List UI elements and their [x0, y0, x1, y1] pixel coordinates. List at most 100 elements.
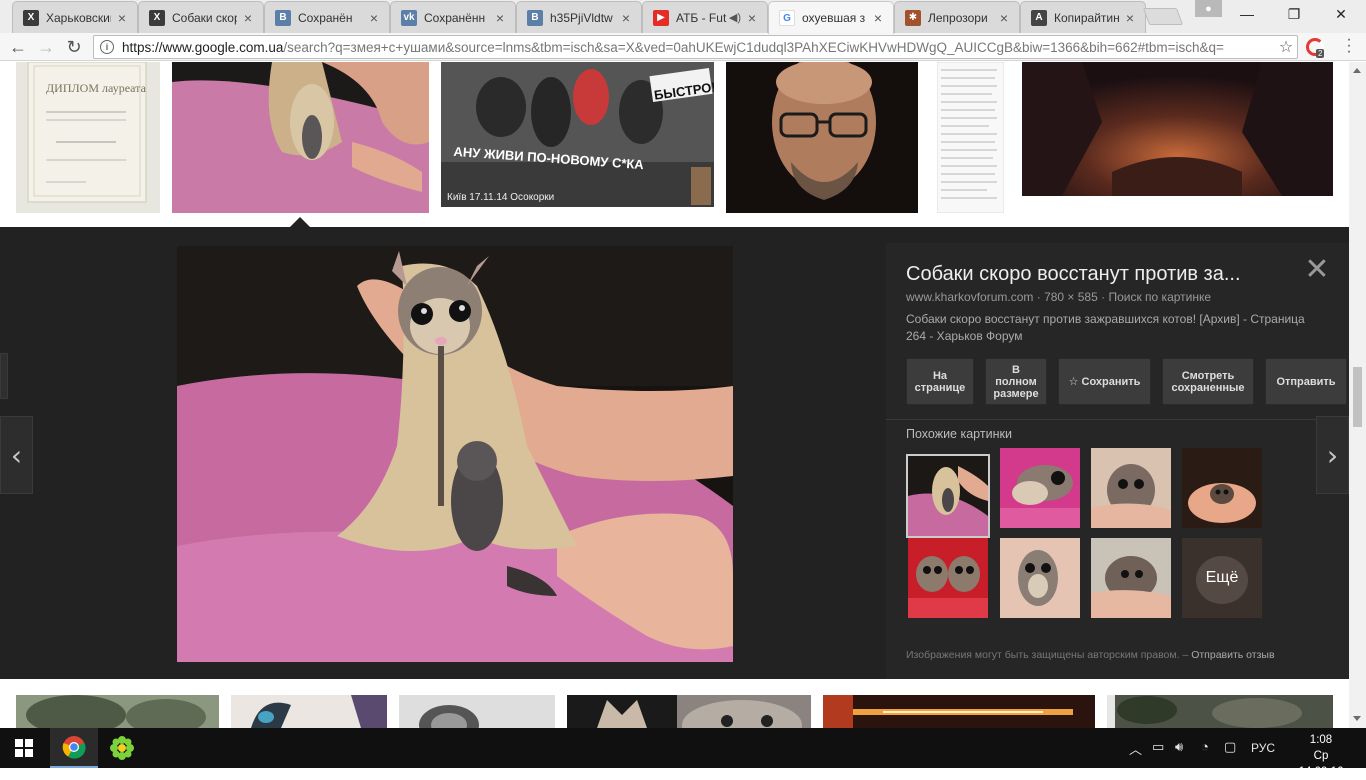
tab-title: охуевшая з [802, 11, 866, 25]
forward-icon[interactable]: → [34, 35, 58, 59]
minimize-button[interactable]: — [1224, 0, 1270, 28]
bottom-thumb-4[interactable] [567, 695, 811, 728]
share-button[interactable]: Отправить [1265, 358, 1347, 405]
wifi-icon[interactable]: ◔ [1201, 739, 1209, 754]
scroll-up-icon[interactable] [1353, 68, 1361, 73]
tab-5[interactable]: B h35PjiVldtw × [516, 1, 642, 33]
left-edge-tab[interactable] [0, 353, 8, 399]
copy-separator: – [1182, 649, 1192, 661]
close-tab-icon[interactable]: × [241, 10, 255, 26]
visit-page-button[interactable]: На странице [906, 358, 974, 405]
volume-icon[interactable]: 🔊︎ [1175, 739, 1183, 755]
preview-description: Собаки скоро восстанут против зажравшихс… [906, 312, 1305, 343]
protest-image: БЫСТРО! АНУ ЖИВИ ПО-НОВОМУ С*КА Київ 17.… [441, 62, 714, 207]
fantasy-landscape-thumb[interactable] [1022, 62, 1333, 196]
close-tab-icon[interactable]: × [619, 10, 633, 26]
address-bar[interactable]: i https://www.google.com.ua/search?q=зме… [93, 35, 1298, 59]
view-saved-button[interactable]: Смотреть сохраненные [1162, 358, 1254, 405]
vk-icon: vk [401, 9, 417, 26]
preview-site[interactable]: www.kharkovforum.com [906, 290, 1033, 304]
close-window-button[interactable]: ✕ [1318, 0, 1364, 28]
menu-icon[interactable]: · · · [1340, 32, 1358, 60]
garden-image [1107, 695, 1333, 728]
close-tab-icon[interactable]: × [493, 10, 507, 26]
chevron-up-icon[interactable]: ︿ [1129, 739, 1142, 758]
info-icon[interactable]: i [100, 40, 114, 54]
send-feedback-link[interactable]: Отправить отзыв [1191, 649, 1274, 661]
tab-1[interactable]: X Харьковский × [12, 1, 138, 33]
language-indicator[interactable]: РУС [1251, 741, 1275, 755]
similar-thumb-image [908, 456, 988, 536]
tab-3[interactable]: B Сохранён × [264, 1, 390, 33]
similar-image-3[interactable] [1091, 448, 1171, 528]
tab-title: Собаки скор [172, 10, 237, 25]
bottom-thumb-5[interactable] [823, 695, 1095, 728]
tab-8[interactable]: ✱ Лепрозори × [894, 1, 1020, 33]
close-tab-icon[interactable]: × [997, 10, 1011, 26]
view-full-size-button[interactable]: В полном размере [985, 358, 1047, 405]
next-image-button[interactable]: › [1316, 416, 1349, 494]
message-icon[interactable]: ▢ [1224, 739, 1236, 755]
reload-icon[interactable]: ↻ [62, 35, 86, 59]
face-image [231, 695, 387, 728]
chrome-taskbar-icon[interactable] [50, 728, 98, 768]
similar-image-1[interactable] [906, 454, 990, 538]
sugar-glider-thumb[interactable] [172, 62, 429, 213]
similar-image-5[interactable] [908, 538, 988, 618]
similar-image-more[interactable]: Ещё [1182, 538, 1262, 618]
close-tab-icon[interactable]: × [745, 10, 759, 26]
gray-object-image [399, 695, 555, 728]
sugar-glider-small-image [172, 62, 429, 213]
maximize-button[interactable]: ❐ [1271, 0, 1317, 28]
document-thumb[interactable] [937, 62, 1004, 213]
preview-image[interactable] [177, 246, 733, 662]
tab-title: Лепрозори [928, 10, 988, 25]
close-tab-icon[interactable]: × [871, 10, 885, 26]
new-tab-button[interactable] [1142, 8, 1184, 25]
tab-2[interactable]: X Собаки скор × [138, 1, 264, 33]
scroll-down-icon[interactable] [1353, 716, 1361, 721]
back-icon[interactable]: ← [6, 35, 30, 59]
tab-title: Сохранённ [424, 10, 486, 25]
battery-icon[interactable]: ▭ [1152, 739, 1164, 755]
similar-image-4[interactable] [1182, 448, 1262, 528]
google-icon: G [779, 10, 795, 26]
portrait-image [726, 62, 918, 213]
scrollbar-thumb[interactable] [1353, 367, 1362, 427]
similar-image-6[interactable] [1000, 538, 1080, 618]
bottom-thumb-3[interactable] [399, 695, 555, 728]
url-text[interactable]: https://www.google.com.ua/search?q=змея+… [122, 40, 1275, 55]
close-preview-icon[interactable]: ✕ [1304, 255, 1330, 285]
icq-taskbar-icon[interactable] [98, 728, 146, 768]
close-tab-icon[interactable]: × [1123, 10, 1137, 26]
protest-thumb[interactable]: БЫСТРО! АНУ ЖИВИ ПО-НОВОМУ С*КА Київ 17.… [441, 62, 714, 207]
leprosorium-icon: ✱ [905, 9, 921, 26]
tab-6[interactable]: ▶ АТБ - Fut ◀) × [642, 1, 768, 33]
clock[interactable]: 1:08 Ср 14.09.16 [1290, 732, 1352, 780]
previous-image-button[interactable]: ‹ [0, 416, 33, 494]
page-scrollbar[interactable] [1349, 62, 1366, 728]
similar-image-7[interactable] [1091, 538, 1171, 618]
browser-toolbar: ← → ↻ i https://www.google.com.ua/search… [0, 32, 1366, 61]
extension-badge: 2 [1316, 49, 1325, 58]
neon-image [823, 695, 1095, 728]
preview-size: 780 × 585 [1044, 290, 1098, 304]
windows-start-icon[interactable] [0, 728, 48, 768]
tab-9[interactable]: A Копирайтин × [1020, 1, 1146, 33]
tab-7-active[interactable]: G охуевшая з × [768, 1, 894, 34]
close-tab-icon[interactable]: × [367, 10, 381, 26]
preview-title[interactable]: Собаки скоро восстанут против за... [906, 263, 1286, 286]
profile-icon[interactable]: ● [1195, 0, 1222, 17]
bottom-thumb-6[interactable] [1107, 695, 1333, 728]
tab-4[interactable]: vk Сохранённ × [390, 1, 516, 33]
diploma-thumb[interactable]: ДИПЛОМ лауреата [16, 62, 160, 213]
save-button[interactable]: ☆ Сохранить [1058, 358, 1151, 405]
close-tab-icon[interactable]: × [115, 10, 129, 26]
similar-image-2[interactable] [1000, 448, 1080, 528]
walter-white-thumb[interactable] [726, 62, 918, 213]
search-by-image-link[interactable]: Поиск по картинке [1108, 290, 1211, 304]
bookmark-star-icon[interactable]: ☆ [1275, 37, 1297, 57]
bottom-thumb-1[interactable] [16, 695, 219, 728]
bottom-thumb-2[interactable] [231, 695, 387, 728]
tab-strip: X Харьковский × X Собаки скор × B Сохран… [0, 0, 1366, 34]
